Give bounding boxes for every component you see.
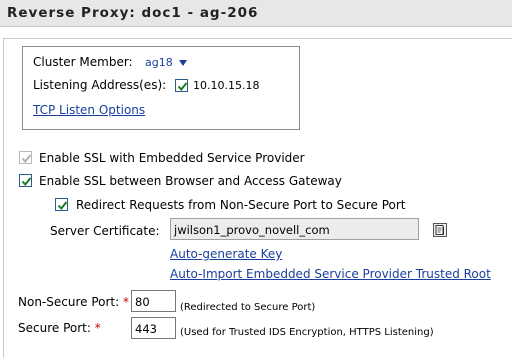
- non-secure-port-label: Non-Secure Port: *: [18, 295, 129, 309]
- enable-ssl-browser-label: Enable SSL between Browser and Access Ga…: [39, 174, 342, 188]
- non-secure-port-note: (Redirected to Secure Port): [180, 302, 316, 313]
- cluster-member-value: ag18: [145, 56, 173, 69]
- cluster-member-label: Cluster Member:: [33, 55, 133, 69]
- certificate-picker-icon[interactable]: [433, 223, 447, 237]
- page-title: Reverse Proxy: doc1 - ag-206: [7, 5, 259, 21]
- redirect-requests-checkbox[interactable]: [55, 198, 68, 211]
- enable-ssl-embedded-checkbox[interactable]: [19, 151, 32, 164]
- non-secure-port-label-text: Non-Secure Port:: [18, 295, 120, 309]
- page-header: Reverse Proxy: doc1 - ag-206: [0, 0, 512, 27]
- secure-port-input[interactable]: 443: [131, 317, 176, 339]
- required-mark: *: [94, 321, 101, 335]
- triangle-down-icon: [179, 56, 188, 69]
- listening-address-label: Listening Address(es):: [33, 78, 167, 92]
- secure-port-label-text: Secure Port:: [18, 321, 91, 335]
- server-certificate-label: Server Certificate:: [50, 224, 160, 238]
- tcp-listen-options-link[interactable]: TCP Listen Options: [33, 103, 145, 117]
- cluster-member-dropdown[interactable]: ag18: [145, 56, 188, 69]
- redirect-requests-label: Redirect Requests from Non-Secure Port t…: [76, 198, 406, 212]
- listening-address-value: 10.10.15.18: [193, 79, 260, 92]
- listening-address-checkbox[interactable]: [175, 79, 188, 92]
- secure-port-label: Secure Port: *: [18, 321, 101, 335]
- auto-generate-key-link[interactable]: Auto-generate Key: [170, 247, 282, 261]
- server-certificate-field[interactable]: jwilson1_provo_novell_com: [170, 218, 419, 240]
- secure-port-note: (Used for Trusted IDS Encryption, HTTPS …: [180, 327, 434, 338]
- non-secure-port-input[interactable]: 80: [131, 290, 176, 312]
- auto-import-trusted-root-link[interactable]: Auto-Import Embedded Service Provider Tr…: [170, 267, 491, 281]
- enable-ssl-browser-checkbox[interactable]: [19, 174, 32, 187]
- enable-ssl-embedded-label: Enable SSL with Embedded Service Provide…: [39, 151, 305, 165]
- required-mark: *: [122, 295, 129, 309]
